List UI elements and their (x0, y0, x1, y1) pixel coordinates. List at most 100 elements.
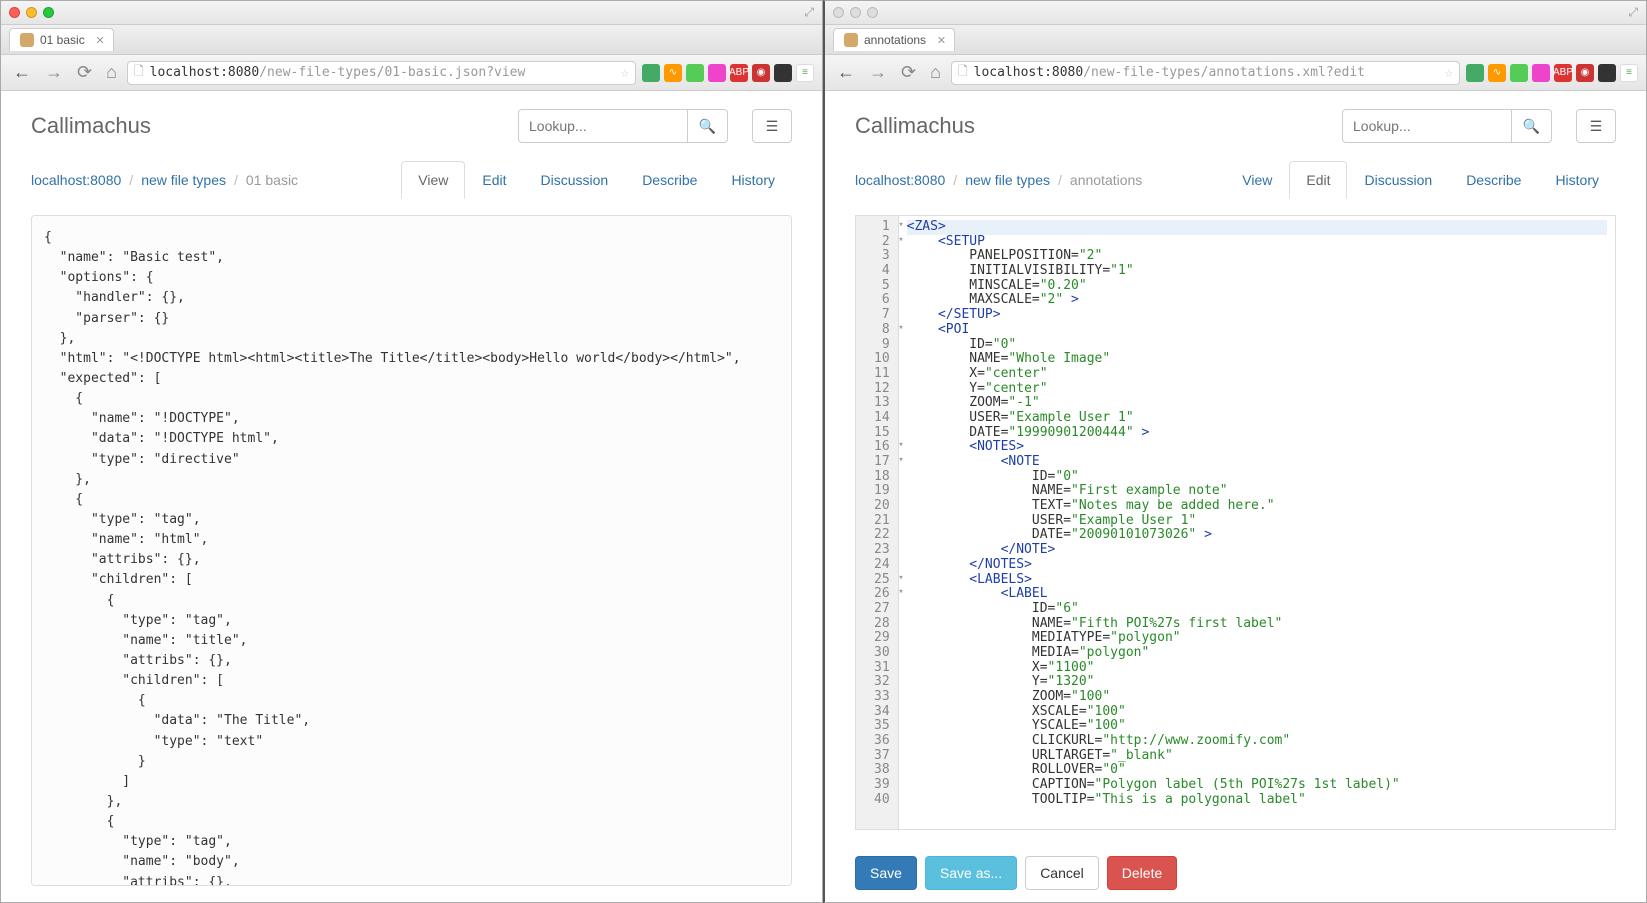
ext-icon[interactable] (642, 64, 660, 82)
abp-icon[interactable]: ABP (730, 64, 748, 82)
home-button[interactable]: ⌂ (926, 62, 945, 83)
app-header: Callimachus 🔍 ☰ (1, 91, 822, 153)
lookup-input[interactable] (518, 109, 688, 143)
page: Callimachus 🔍 ☰ localhost:8080 / new fil… (1, 91, 822, 902)
ext-icon[interactable]: ◉ (752, 64, 770, 82)
hamburger-icon: ☰ (766, 118, 779, 135)
url-text: localhost:8080/new-file-types/01-basic.j… (150, 65, 615, 80)
breadcrumb-link[interactable]: localhost:8080 (31, 172, 121, 188)
browser-tab[interactable]: annotations ✕ (833, 28, 955, 51)
back-button[interactable]: ← (833, 62, 859, 83)
lookup: 🔍 (518, 109, 728, 143)
left-window: ⤢ 01 basic ✕ ← → ⟳ ⌂ 🗋 localhost:8080/ne… (0, 0, 823, 903)
minimize-window-icon[interactable] (26, 7, 37, 18)
reload-button[interactable]: ⟳ (73, 62, 96, 83)
save-button[interactable]: Save (855, 856, 917, 890)
content-area: { "name": "Basic test", "options": { "ha… (1, 199, 822, 902)
close-tab-icon[interactable]: ✕ (95, 34, 104, 47)
close-window-icon[interactable] (9, 7, 20, 18)
bookmark-icon[interactable]: ☆ (621, 65, 629, 81)
zoom-window-icon[interactable] (867, 7, 878, 18)
window-controls (833, 7, 878, 18)
titlebar: ⤢ (825, 1, 1646, 25)
close-tab-icon[interactable]: ✕ (937, 34, 946, 47)
ext-icon[interactable] (774, 64, 792, 82)
lookup-input[interactable] (1342, 109, 1512, 143)
tab-view[interactable]: View (401, 161, 465, 199)
ext-icon[interactable] (708, 64, 726, 82)
tab-view[interactable]: View (1225, 161, 1289, 199)
expand-icon[interactable]: ⤢ (804, 5, 814, 20)
browser-toolbar: ← → ⟳ ⌂ 🗋 localhost:8080/new-file-types/… (1, 55, 822, 91)
breadcrumb-link[interactable]: new file types (141, 172, 226, 188)
lookup-button[interactable]: 🔍 (688, 109, 728, 143)
breadcrumb-current: 01 basic (246, 172, 298, 188)
extensions: ∿ ABP ◉ ≡ (1466, 64, 1638, 82)
zoom-window-icon[interactable] (43, 7, 54, 18)
home-button[interactable]: ⌂ (102, 62, 121, 83)
minimize-window-icon[interactable] (850, 7, 861, 18)
button-row: Save Save as... Cancel Delete (825, 846, 1646, 902)
cancel-button[interactable]: Cancel (1025, 856, 1099, 890)
url-bar[interactable]: 🗋 localhost:8080/new-file-types/01-basic… (127, 61, 636, 85)
titlebar: ⤢ (1, 1, 822, 25)
menu-icon[interactable]: ≡ (1620, 64, 1638, 82)
page-tabs: ViewEditDiscussionDescribeHistory (401, 161, 792, 199)
delete-button[interactable]: Delete (1107, 856, 1177, 890)
ext-icon[interactable] (1598, 64, 1616, 82)
save-as-button[interactable]: Save as... (925, 856, 1017, 890)
breadcrumb-sep: / (953, 172, 957, 188)
app-header: Callimachus 🔍 ☰ (825, 91, 1646, 153)
content-area: 1234567891011121314151617181920212223242… (825, 199, 1646, 846)
tab-edit[interactable]: Edit (465, 161, 523, 199)
tab-discussion[interactable]: Discussion (523, 161, 625, 199)
ext-icon[interactable]: ◉ (1576, 64, 1594, 82)
ext-icon[interactable] (1510, 64, 1528, 82)
tab-history[interactable]: History (714, 161, 792, 199)
menu-icon[interactable]: ≡ (796, 64, 814, 82)
url-bar[interactable]: 🗋 localhost:8080/new-file-types/annotati… (951, 61, 1460, 85)
lookup-button[interactable]: 🔍 (1512, 109, 1552, 143)
url-text: localhost:8080/new-file-types/annotation… (974, 65, 1439, 80)
breadcrumb-link[interactable]: new file types (965, 172, 1050, 188)
tab-describe[interactable]: Describe (1449, 161, 1538, 199)
breadcrumb-link[interactable]: localhost:8080 (855, 172, 945, 188)
hamburger-button[interactable]: ☰ (1576, 109, 1616, 143)
lookup: 🔍 (1342, 109, 1552, 143)
window-controls (9, 7, 54, 18)
browser-toolbar: ← → ⟳ ⌂ 🗋 localhost:8080/new-file-types/… (825, 55, 1646, 91)
browser-tab[interactable]: 01 basic ✕ (9, 28, 114, 51)
tab-describe[interactable]: Describe (625, 161, 714, 199)
rss-icon[interactable]: ∿ (1488, 64, 1506, 82)
browser-tabs: annotations ✕ (825, 25, 1646, 55)
rss-icon[interactable]: ∿ (664, 64, 682, 82)
close-window-icon[interactable] (833, 7, 844, 18)
code-area[interactable]: <ZAS> <SETUP PANELPOSITION="2" INITIALVI… (899, 216, 1615, 829)
ext-icon[interactable] (686, 64, 704, 82)
tab-title: annotations (864, 33, 926, 47)
breadcrumb-current: annotations (1070, 172, 1142, 188)
search-icon: 🔍 (1523, 118, 1540, 135)
favicon-icon (20, 33, 34, 47)
json-viewer[interactable]: { "name": "Basic test", "options": { "ha… (31, 215, 792, 886)
reload-button[interactable]: ⟳ (897, 62, 920, 83)
browser-tabs: 01 basic ✕ (1, 25, 822, 55)
abp-icon[interactable]: ABP (1554, 64, 1572, 82)
tab-history[interactable]: History (1538, 161, 1616, 199)
tab-title: 01 basic (40, 33, 85, 47)
forward-button[interactable]: → (41, 62, 67, 83)
hamburger-button[interactable]: ☰ (752, 109, 792, 143)
ext-icon[interactable] (1532, 64, 1550, 82)
tab-edit[interactable]: Edit (1289, 161, 1347, 199)
breadcrumb-row: localhost:8080 / new file types / annota… (825, 153, 1646, 199)
expand-icon[interactable]: ⤢ (1628, 5, 1638, 20)
bookmark-icon[interactable]: ☆ (1445, 65, 1453, 81)
forward-button[interactable]: → (865, 62, 891, 83)
ext-icon[interactable] (1466, 64, 1484, 82)
code-editor[interactable]: 1234567891011121314151617181920212223242… (855, 215, 1616, 830)
breadcrumb-row: localhost:8080 / new file types / 01 bas… (1, 153, 822, 199)
right-window: ⤢ annotations ✕ ← → ⟳ ⌂ 🗋 localhost:8080… (823, 0, 1647, 903)
app-title: Callimachus (855, 113, 975, 139)
back-button[interactable]: ← (9, 62, 35, 83)
tab-discussion[interactable]: Discussion (1347, 161, 1449, 199)
